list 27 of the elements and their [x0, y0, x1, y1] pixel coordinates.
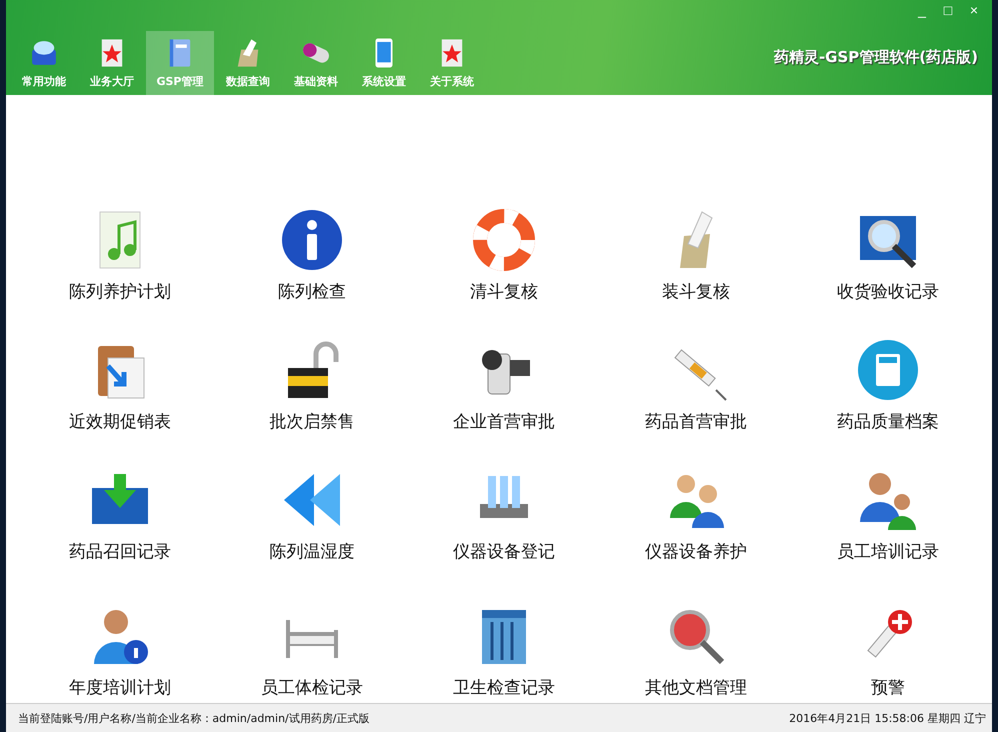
function-item[interactable]: 陈列养护计划: [24, 177, 216, 308]
calculator-icon: [856, 338, 920, 402]
function-item[interactable]: 药品质量档案: [792, 307, 984, 438]
function-item[interactable]: 陈列温湿度: [216, 437, 408, 568]
function-item[interactable]: 企业首营审批: [408, 307, 600, 438]
function-item[interactable]: 批次启禁售: [216, 307, 408, 438]
function-item[interactable]: 清斗复核: [408, 177, 600, 308]
function-item[interactable]: 近效期促销表: [24, 307, 216, 438]
function-item[interactable]: 陈列检查: [216, 177, 408, 308]
function-item[interactable]: 年度培训计划: [24, 567, 216, 704]
function-item[interactable]: 药品召回记录: [24, 437, 216, 568]
function-item[interactable]: 员工培训记录: [792, 437, 984, 568]
info-icon: [280, 208, 344, 272]
window-title: 药精灵-GSP管理软件(药店版): [774, 48, 979, 68]
lifebuoy-icon: [472, 208, 536, 272]
function-item[interactable]: 收货验收记录: [792, 177, 984, 308]
function-item[interactable]: 药品首营审批: [600, 307, 792, 438]
function-item[interactable]: 预警: [792, 567, 984, 704]
function-item[interactable]: 员工体检记录: [216, 567, 408, 704]
account-info: 当前登陆账号/用户名称/当前企业名称：admin/admin/试用药房/正式版: [18, 710, 370, 726]
window-control-button[interactable]: ×: [964, 2, 984, 18]
function-item[interactable]: 卫生检查记录: [408, 567, 600, 704]
function-item[interactable]: 装斗复核: [600, 177, 792, 308]
function-item[interactable]: 其他文档管理: [600, 567, 792, 704]
date-time: 2016年4月21日 15:58:06 星期四 辽宁: [789, 710, 986, 726]
function-item[interactable]: 仪器设备登记: [408, 437, 600, 568]
function-item[interactable]: 仪器设备养护: [600, 437, 792, 568]
